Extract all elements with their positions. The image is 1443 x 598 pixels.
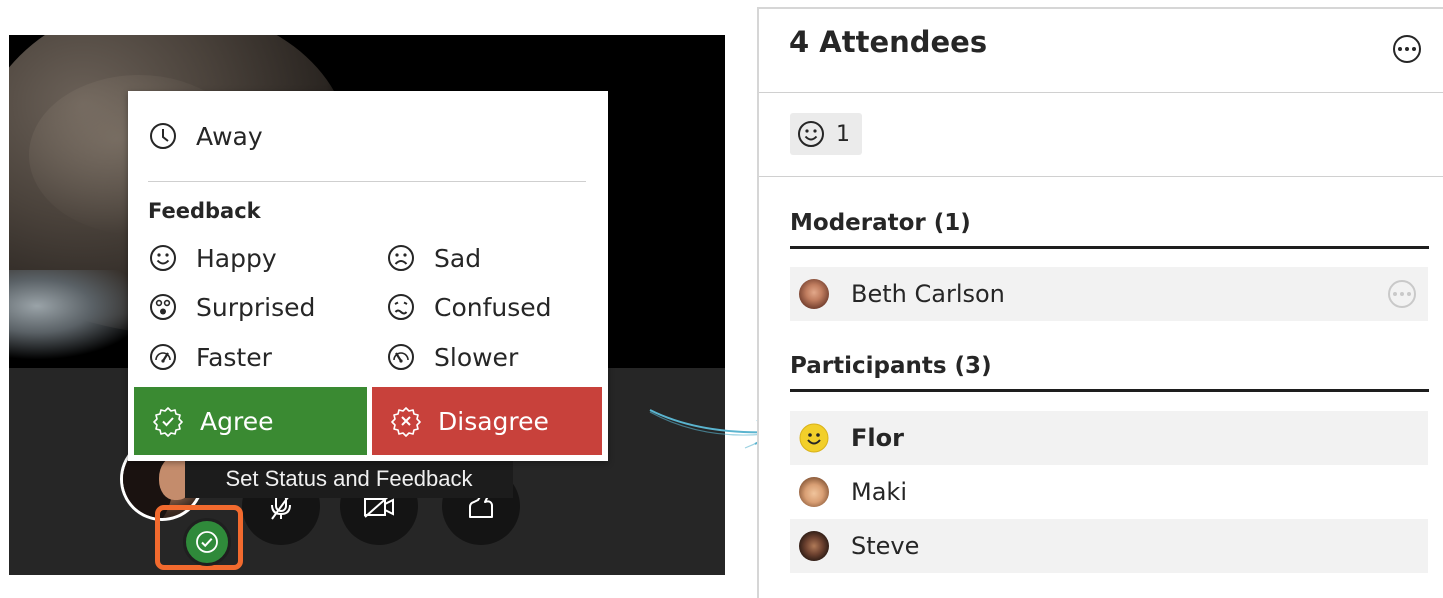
happy-face-icon bbox=[798, 121, 824, 147]
status-button[interactable] bbox=[183, 518, 231, 566]
attendee-row[interactable]: Maki bbox=[790, 465, 1428, 519]
attendee-row[interactable]: Steve bbox=[790, 519, 1428, 573]
check-icon bbox=[196, 531, 218, 553]
attendee-more-button[interactable] bbox=[1388, 280, 1416, 308]
sad-face-icon bbox=[388, 245, 414, 271]
panel-title: 4 Attendees bbox=[789, 25, 988, 59]
disagree-button[interactable]: Disagree bbox=[372, 387, 602, 455]
surprised-face-icon bbox=[150, 294, 176, 320]
menu-item-happy[interactable]: Happy bbox=[148, 243, 277, 273]
menu-item-faster[interactable]: Faster bbox=[148, 342, 272, 372]
disagree-badge-icon bbox=[391, 407, 421, 437]
menu-item-label: Faster bbox=[196, 342, 272, 372]
disagree-label: Disagree bbox=[438, 406, 549, 436]
menu-item-label: Confused bbox=[434, 292, 552, 322]
menu-divider bbox=[148, 181, 586, 182]
menu-item-label: Surprised bbox=[196, 292, 316, 322]
attendee-name: Steve bbox=[851, 532, 920, 560]
participants-heading: Participants (3) bbox=[790, 353, 1429, 392]
faster-gauge-icon bbox=[150, 344, 176, 370]
menu-item-away[interactable]: Away bbox=[148, 121, 263, 151]
more-icon bbox=[1398, 47, 1416, 51]
happy-face-icon bbox=[150, 245, 176, 271]
status-tooltip: Set Status and Feedback bbox=[185, 460, 513, 498]
happy-status-icon bbox=[799, 423, 829, 453]
attendee-name: Beth Carlson bbox=[851, 280, 1005, 308]
agree-badge-icon bbox=[153, 407, 183, 437]
menu-item-sad[interactable]: Sad bbox=[386, 243, 481, 273]
menu-item-label: Happy bbox=[196, 243, 277, 273]
avatar bbox=[799, 279, 829, 309]
panel-divider bbox=[759, 92, 1443, 93]
avatar bbox=[799, 531, 829, 561]
menu-item-label: Slower bbox=[434, 342, 519, 372]
panel-divider bbox=[759, 176, 1443, 177]
confused-face-icon bbox=[388, 294, 414, 320]
attendee-row[interactable]: Flor bbox=[790, 411, 1428, 465]
agree-label: Agree bbox=[200, 406, 274, 436]
menu-item-confused[interactable]: Confused bbox=[386, 292, 552, 322]
moderator-heading: Moderator (1) bbox=[790, 210, 1429, 249]
feedback-heading: Feedback bbox=[148, 199, 261, 223]
menu-item-label: Away bbox=[196, 121, 263, 151]
attendee-name: Flor bbox=[851, 424, 904, 452]
menu-item-surprised[interactable]: Surprised bbox=[148, 292, 315, 322]
menu-item-slower[interactable]: Slower bbox=[386, 342, 518, 372]
status-feedback-menu: Away Feedback Happy Sad Surprised Confus… bbox=[128, 91, 608, 461]
feedback-counter[interactable]: 1 bbox=[790, 113, 862, 155]
attendees-panel: 4 Attendees 1 Moderator (1) Beth Carlson… bbox=[757, 7, 1443, 598]
attendees-more-button[interactable] bbox=[1393, 35, 1421, 63]
attendee-row[interactable]: Beth Carlson bbox=[790, 267, 1428, 321]
slower-gauge-icon bbox=[388, 344, 414, 370]
clock-icon bbox=[150, 123, 176, 149]
attendee-name: Maki bbox=[851, 478, 907, 506]
feedback-count: 1 bbox=[836, 121, 850, 147]
agree-button[interactable]: Agree bbox=[134, 387, 367, 455]
more-icon bbox=[1393, 292, 1411, 296]
menu-item-label: Sad bbox=[434, 243, 482, 273]
avatar bbox=[799, 477, 829, 507]
